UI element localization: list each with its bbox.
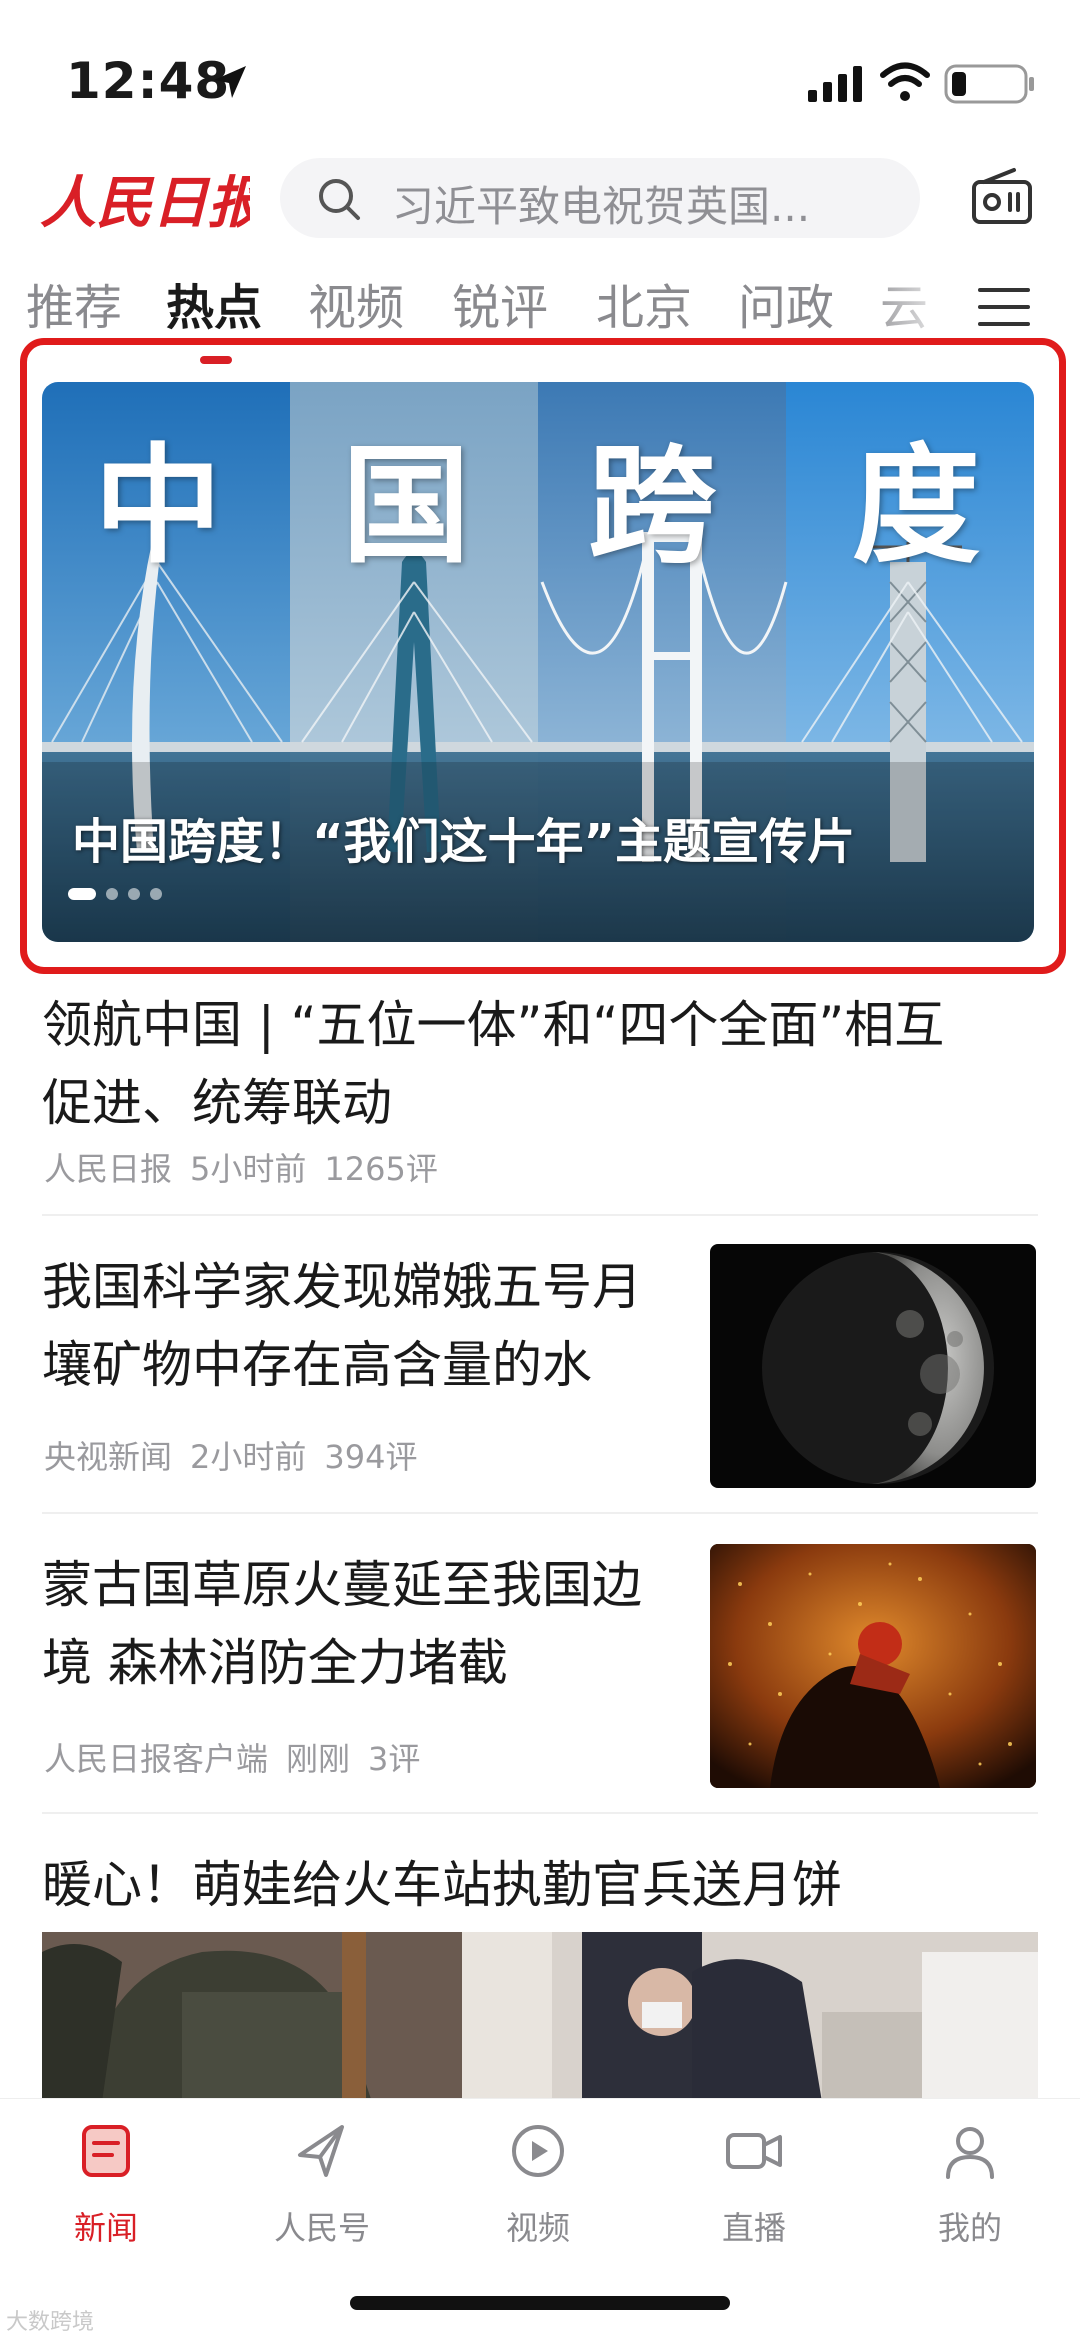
tab-hot[interactable]: 热点 [166, 268, 262, 338]
article-source: 央视新闻 [44, 1438, 173, 1476]
carousel-dot-active[interactable] [68, 888, 96, 900]
nav-mine[interactable]: 我的 [900, 2121, 1040, 2261]
nav-live[interactable]: 直播 [684, 2121, 824, 2261]
carousel-dot[interactable] [150, 888, 162, 900]
menu-icon[interactable] [976, 284, 1032, 330]
article-title-line: 促进、统筹联动 [42, 1074, 392, 1132]
video-strip-image [42, 1932, 1038, 2102]
firefighter-thumbnail [710, 1544, 1036, 1788]
article-comments: 1265评 [324, 1150, 438, 1188]
banner-title-char-3: 跨 [588, 431, 717, 581]
article-title-line: 境 森林消防全力堵截 [42, 1634, 508, 1692]
banner-title-char-4: 度 [852, 431, 981, 581]
status-bar: 12:48 [0, 0, 1080, 150]
status-time: 12:48 [66, 52, 231, 110]
battery-icon [944, 64, 1034, 104]
paper-plane-icon [298, 2125, 344, 2177]
tab-recommend[interactable]: 推荐 [26, 268, 122, 338]
moon-image [762, 1252, 994, 1484]
article-title: 蒙古国草原火蔓延至我国边 境 森林消防全力堵截 [42, 1546, 692, 1702]
search-icon [319, 179, 360, 220]
article-title: 领航中国 | “五位一体”和“四个全面”相互 促进、统筹联动 [42, 986, 1042, 1142]
divider [42, 1812, 1038, 1814]
radio-icon[interactable] [970, 166, 1034, 226]
divider [42, 1214, 1038, 1216]
wifi-icon [880, 62, 930, 101]
banner-title-char-1: 中 [94, 431, 223, 581]
watermark: 大数跨境 [6, 2310, 95, 2335]
search-bar[interactable]: 习近平致电祝贺英国... [280, 158, 920, 238]
article-source: 人民日报 [44, 1150, 173, 1188]
article-title-line: 领航中国 | “五位一体”和“四个全面”相互 [42, 996, 945, 1054]
article-title-line: 蒙古国草原火蔓延至我国边 [42, 1556, 642, 1614]
location-arrow-icon [214, 66, 246, 98]
article-meta: 人民日报 5小时前 1265评 [44, 1144, 456, 1190]
people-daily-logo[interactable]: 人民日报 [40, 160, 250, 240]
article-time: 5小时前 [190, 1150, 307, 1188]
article-title-line: 壤矿物中存在高含量的水 [42, 1336, 592, 1394]
article-meta: 央视新闻 2小时前 394评 [44, 1432, 435, 1478]
nav-label: 视频 [505, 2209, 570, 2247]
tab-commentary[interactable]: 锐评 [452, 268, 548, 338]
nav-label: 我的 [937, 2209, 1002, 2247]
carousel-dot[interactable] [106, 888, 118, 900]
nav-label: 人民号 [273, 2209, 370, 2247]
tabs-fade [860, 268, 960, 348]
article-title: 暖心！萌娃给火车站执勤官兵送月饼 [42, 1846, 1042, 1924]
nav-video[interactable]: 视频 [468, 2121, 608, 2261]
article-comments: 3评 [368, 1740, 421, 1778]
article-meta: 人民日报客户端 刚刚 3评 [44, 1734, 438, 1780]
article-title-line: 我国科学家发现嫦娥五号月 [42, 1258, 642, 1316]
cellular-signal-icon [808, 66, 862, 102]
play-icon [512, 2125, 564, 2177]
camera-icon [726, 2133, 782, 2169]
news-icon [82, 2125, 130, 2177]
banner-title-char-2: 国 [342, 431, 471, 581]
tab-video[interactable]: 视频 [308, 268, 404, 338]
article-comments: 394评 [324, 1438, 418, 1476]
moon-thumbnail [710, 1244, 1036, 1488]
nav-label: 直播 [721, 2209, 786, 2247]
article-time: 2小时前 [190, 1438, 307, 1476]
article-title-line: 暖心！萌娃给火车站执勤官兵送月饼 [42, 1856, 842, 1914]
firefighter-image [710, 1544, 1036, 1788]
nav-news[interactable]: 新闻 [36, 2121, 176, 2261]
user-icon [946, 2127, 994, 2179]
search-placeholder: 习近平致电祝贺英国... [392, 182, 811, 231]
tab-inquiry[interactable]: 问政 [738, 268, 834, 338]
nav-label: 新闻 [73, 2209, 138, 2247]
logo-text: 人民日报 [40, 170, 250, 236]
video-thumbnail [42, 1932, 1038, 2102]
banner-caption: 中国跨度！“我们这十年”主题宣传片 [72, 814, 856, 870]
home-indicator[interactable] [350, 2296, 730, 2310]
tab-beijing[interactable]: 北京 [596, 268, 692, 338]
nav-people-account[interactable]: 人民号 [252, 2121, 392, 2261]
article-source: 人民日报客户端 [44, 1740, 269, 1778]
article-title: 我国科学家发现嫦娥五号月 壤矿物中存在高含量的水 [42, 1248, 692, 1404]
divider [42, 1512, 1038, 1514]
carousel-dot[interactable] [128, 888, 140, 900]
carousel-banner[interactable]: 中 国 跨 度 中国跨度！“我们这十年”主题宣传片 [42, 382, 1034, 942]
article-time: 刚刚 [286, 1740, 351, 1778]
